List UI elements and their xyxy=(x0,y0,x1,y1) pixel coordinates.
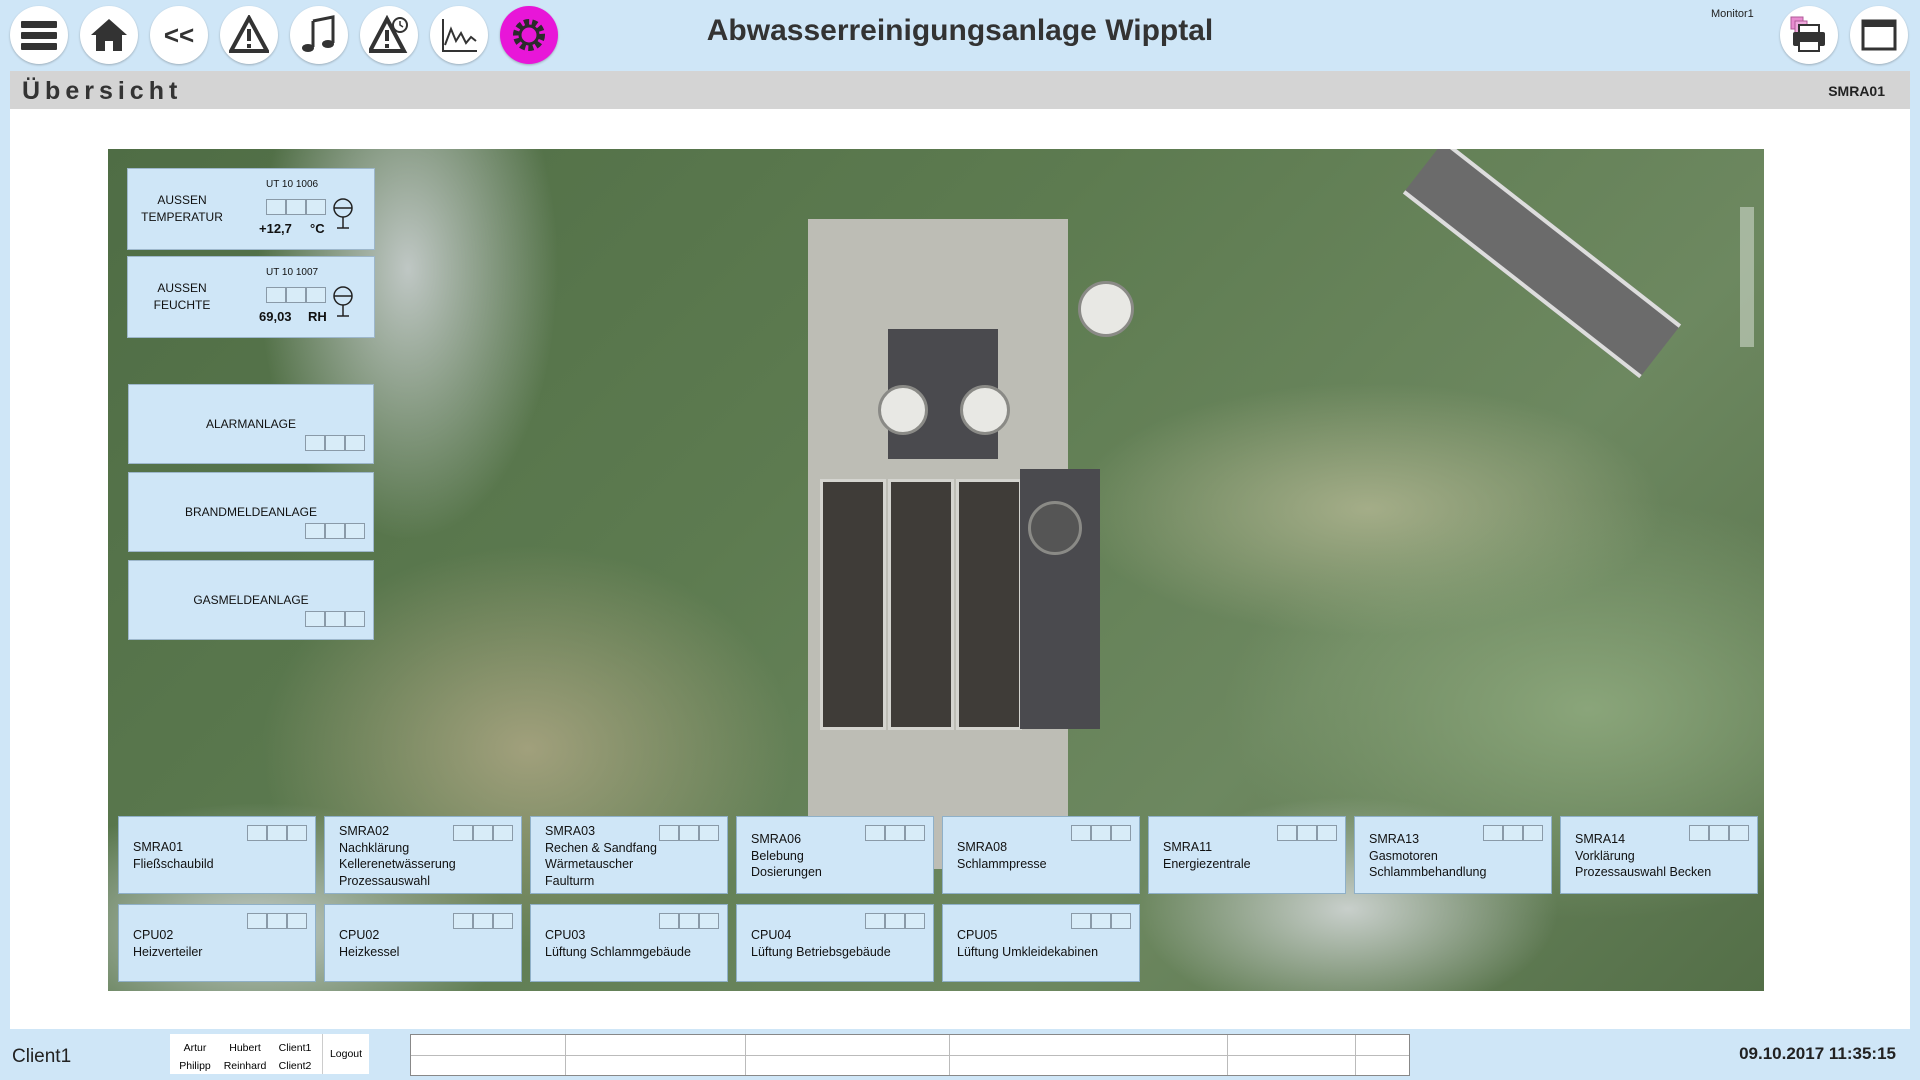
divider xyxy=(949,1035,950,1075)
nav-tile-cpu05[interactable]: CPU05 Lüftung Umkleidekabinen xyxy=(942,904,1140,982)
client-name: Client1 xyxy=(12,1046,72,1067)
tank xyxy=(960,385,1010,435)
nav-tile-cpu04[interactable]: CPU04 Lüftung Betriebsgebäude xyxy=(736,904,934,982)
outside-humidity-box[interactable]: AUSSEN FEUCHTE UT 10 1007 69,03 RH xyxy=(127,256,375,338)
gas-holder xyxy=(1078,281,1134,337)
monitor-label: Monitor1 xyxy=(1711,8,1754,20)
print-icon[interactable] xyxy=(1780,6,1838,64)
subheader-bar: Übersicht SMRA01 xyxy=(10,71,1910,109)
sensor-icon xyxy=(333,286,353,317)
app-title: Abwasserreinigungsanlage Wipptal xyxy=(706,14,1214,47)
nav-tile-cpu03[interactable]: CPU03 Lüftung Schlammgebäude xyxy=(530,904,728,982)
basin xyxy=(820,479,886,730)
gas-alarm-box[interactable]: GASMELDEANLAGE xyxy=(128,560,374,640)
message-row xyxy=(411,1035,1409,1056)
outside-temperature-box[interactable]: AUSSEN TEMPERATUR UT 10 1006 +12,7 °C xyxy=(127,168,375,250)
top-toolbar: << Abwasserreinigungsanlage Wipptal Moni… xyxy=(0,0,1920,70)
nav-tile-smra13[interactable]: SMRA13 Gasmotoren Schlammbehandlung xyxy=(1354,816,1552,894)
page-code: SMRA01 xyxy=(1828,83,1885,99)
nav-tile-smra03[interactable]: SMRA03 Rechen & Sandfang Wärmetauscher F… xyxy=(530,816,728,894)
sound-icon[interactable] xyxy=(290,6,348,64)
date-time: 09.10.2017 11:35:15 xyxy=(1739,1044,1896,1063)
sensor-icon xyxy=(333,198,353,229)
status-indicator xyxy=(266,287,326,303)
menu-icon[interactable] xyxy=(10,6,68,64)
basin xyxy=(888,479,954,730)
nav-tile-smra01[interactable]: SMRA01 Fließschaubild xyxy=(118,816,316,894)
back-icon: << xyxy=(163,19,195,50)
user-switcher: Artur Hubert Client1 Philipp Reinhard Cl… xyxy=(170,1034,332,1074)
nav-tile-cpu02-heizkessel[interactable]: CPU02 Heizkessel xyxy=(324,904,522,982)
message-list[interactable] xyxy=(410,1034,1410,1076)
status-indicator xyxy=(305,523,365,539)
trend-icon[interactable] xyxy=(430,6,488,64)
home-icon[interactable] xyxy=(80,6,138,64)
window-icon[interactable] xyxy=(1850,6,1908,64)
alarm-icon[interactable] xyxy=(220,6,278,64)
settings-icon[interactable] xyxy=(500,6,558,64)
user-button[interactable]: Client1 xyxy=(270,1042,320,1054)
user-button[interactable]: Client2 xyxy=(270,1060,320,1072)
alarm-system-box[interactable]: ALARMANLAGE xyxy=(128,384,374,464)
logout-button[interactable]: Logout xyxy=(322,1034,369,1074)
divider xyxy=(745,1035,746,1075)
user-button[interactable]: Artur xyxy=(170,1042,220,1054)
basin xyxy=(956,479,1022,730)
tank xyxy=(878,385,928,435)
user-button[interactable]: Reinhard xyxy=(220,1060,270,1072)
back-button[interactable]: << xyxy=(150,6,208,64)
divider xyxy=(1227,1035,1228,1075)
page-title: Übersicht xyxy=(22,77,183,105)
status-indicator xyxy=(305,611,365,627)
map-zoom-control[interactable] xyxy=(1740,207,1754,347)
nav-tile-smra02[interactable]: SMRA02 Nachklärung Kellerenetwässerung P… xyxy=(324,816,522,894)
divider xyxy=(565,1035,566,1075)
status-indicator xyxy=(266,199,326,215)
status-indicator xyxy=(305,435,365,451)
highway xyxy=(1402,149,1682,379)
footer-bar: Client1 Artur Hubert Client1 Philipp Rei… xyxy=(0,1030,1920,1080)
nav-tile-cpu02-heizverteiler[interactable]: CPU02 Heizverteiler xyxy=(118,904,316,982)
user-button[interactable]: Philipp xyxy=(170,1060,220,1072)
divider xyxy=(1355,1035,1356,1075)
user-button[interactable]: Hubert xyxy=(220,1042,270,1054)
nav-tile-smra06[interactable]: SMRA06 Belebung Dosierungen xyxy=(736,816,934,894)
nav-tile-smra14[interactable]: SMRA14 Vorklärung Prozessauswahl Becken xyxy=(1560,816,1758,894)
round-tank xyxy=(1028,501,1082,555)
nav-tile-smra11[interactable]: SMRA11 Energiezentrale xyxy=(1148,816,1346,894)
nav-tile-smra08[interactable]: SMRA08 Schlammpresse xyxy=(942,816,1140,894)
fire-alarm-box[interactable]: BRANDMELDEANLAGE xyxy=(128,472,374,552)
alarm-history-icon[interactable] xyxy=(360,6,418,64)
